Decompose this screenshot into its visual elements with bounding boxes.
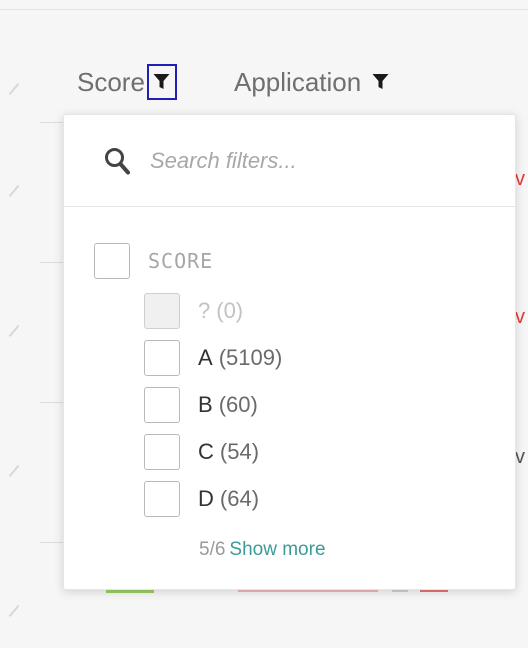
filter-pagination: 5/6 Show more: [199, 539, 326, 561]
option-checkbox[interactable]: [144, 387, 180, 423]
option-label: C: [198, 439, 214, 464]
column-header-score-label: Score: [77, 66, 145, 97]
option-label: D: [198, 486, 214, 511]
column-header-score: Score: [77, 62, 177, 102]
row-handle: [8, 82, 20, 96]
show-more-link[interactable]: Show more: [229, 539, 325, 561]
option-label: ?: [198, 298, 211, 323]
filter-option-unknown: ? (0): [144, 293, 243, 329]
option-count: (64): [219, 486, 260, 511]
option-label: B: [198, 392, 213, 417]
filter-option-d[interactable]: D (64): [144, 481, 259, 517]
filter-option-c[interactable]: C (54): [144, 434, 259, 470]
filter-option-a[interactable]: A (5109): [144, 340, 282, 376]
filter-option-b[interactable]: B (60): [144, 387, 258, 423]
table-top-rule: [0, 9, 528, 10]
option-checkbox[interactable]: [144, 340, 180, 376]
row-handle: [8, 184, 20, 198]
funnel-icon: [153, 74, 170, 89]
column-header-application: Application: [234, 62, 391, 102]
filter-search-row: [64, 115, 515, 207]
score-filter-dropdown: SCORE ? (0) A (5109) B (60) C (54) D (64…: [63, 114, 516, 590]
row-cell-truncated: v: [515, 168, 525, 190]
row-cell-truncated: v: [515, 446, 525, 468]
row-cell-truncated: v: [515, 306, 525, 328]
filter-search-input[interactable]: [150, 141, 490, 181]
filter-group-label: SCORE: [148, 249, 214, 273]
option-checkbox: [144, 293, 180, 329]
application-filter-button[interactable]: [369, 67, 391, 97]
option-checkbox[interactable]: [144, 481, 180, 517]
row-handle: [8, 604, 20, 618]
pagination-count: 5/6: [199, 539, 226, 560]
option-checkbox[interactable]: [144, 434, 180, 470]
group-checkbox[interactable]: [94, 243, 130, 279]
option-count: (0): [216, 298, 244, 323]
option-label: A: [198, 345, 213, 370]
row-handle: [8, 464, 20, 478]
score-filter-button[interactable]: [146, 64, 177, 100]
option-count: (5109): [218, 345, 283, 370]
filter-group-score[interactable]: SCORE: [94, 243, 213, 279]
column-header-application-label: Application: [234, 66, 362, 97]
row-handle: [8, 324, 20, 338]
search-icon: [105, 148, 130, 175]
funnel-icon: [372, 74, 389, 89]
option-count: (54): [219, 439, 260, 464]
option-count: (60): [218, 392, 258, 417]
